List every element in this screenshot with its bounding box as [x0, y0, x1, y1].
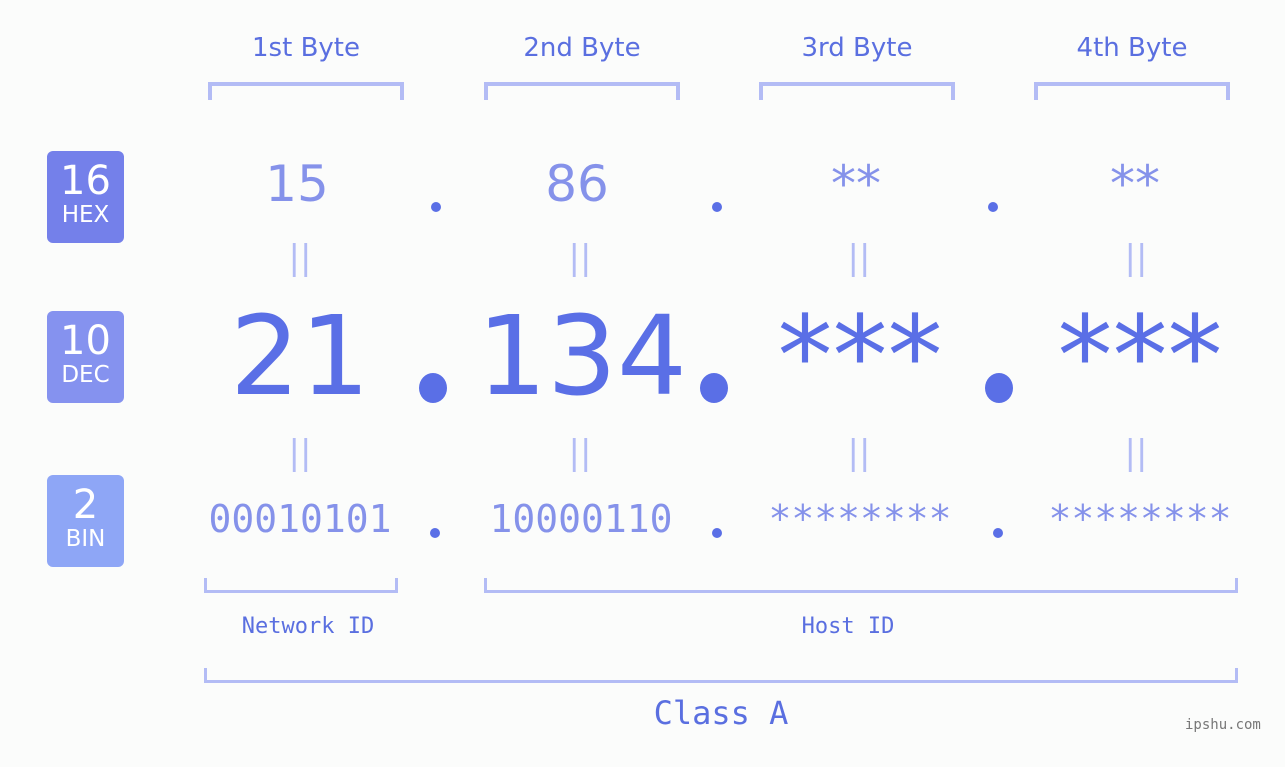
equals-icon: ||	[847, 433, 871, 473]
class-bracket	[204, 668, 1238, 683]
hex-byte-2: 86	[545, 155, 609, 213]
hex-byte-1: 15	[265, 155, 329, 213]
dec-badge-number: 10	[60, 318, 111, 364]
bin-byte-4: ********	[1048, 497, 1232, 541]
hex-badge-number: 16	[60, 158, 111, 204]
hex-dot-3	[988, 202, 998, 212]
dec-byte-4: ***	[1057, 292, 1223, 420]
dec-byte-1: 21	[230, 292, 370, 420]
dec-byte-3: ***	[777, 292, 943, 420]
hex-byte-4: **	[1110, 155, 1160, 213]
header-byte-3: 3rd Byte	[801, 33, 913, 63]
hex-byte-3: **	[831, 155, 881, 213]
header-byte-2: 2nd Byte	[523, 33, 641, 63]
bin-byte-3: ********	[768, 497, 952, 541]
hex-badge: 16 HEX	[47, 151, 124, 243]
bin-byte-1: 00010101	[208, 497, 392, 541]
equals-icon: ||	[1124, 238, 1148, 278]
hex-badge-label: HEX	[61, 202, 110, 228]
hex-dot-2	[712, 202, 722, 212]
bin-dot-2	[712, 528, 722, 538]
byte-1-bracket	[208, 82, 404, 100]
equals-icon: ||	[1124, 433, 1148, 473]
equals-icon: ||	[568, 433, 592, 473]
bin-badge-label: BIN	[65, 526, 106, 552]
bin-dot-3	[993, 528, 1003, 538]
dec-dot-1	[419, 373, 447, 403]
dec-badge: 10 DEC	[47, 311, 124, 403]
hex-dot-1	[431, 202, 441, 212]
header-byte-1: 1st Byte	[252, 33, 360, 63]
host-id-label: Host ID	[801, 614, 895, 639]
byte-3-bracket	[759, 82, 955, 100]
dec-dot-3	[985, 373, 1013, 403]
host-id-bracket	[484, 578, 1238, 593]
byte-4-bracket	[1034, 82, 1230, 100]
network-id-bracket	[204, 578, 398, 593]
network-id-label: Network ID	[241, 614, 375, 639]
bin-badge-number: 2	[72, 482, 99, 528]
dec-dot-2	[700, 373, 728, 403]
watermark: ipshu.com	[1185, 717, 1261, 733]
bin-byte-2: 10000110	[489, 497, 673, 541]
byte-2-bracket	[484, 82, 680, 100]
class-label: Class A	[653, 694, 789, 732]
equals-icon: ||	[288, 433, 312, 473]
equals-icon: ||	[288, 238, 312, 278]
dec-badge-label: DEC	[61, 362, 110, 388]
bin-badge: 2 BIN	[47, 475, 124, 567]
equals-icon: ||	[568, 238, 592, 278]
dec-byte-2: 134	[477, 292, 687, 420]
bin-dot-1	[430, 528, 440, 538]
header-byte-4: 4th Byte	[1076, 33, 1188, 63]
equals-icon: ||	[847, 238, 871, 278]
